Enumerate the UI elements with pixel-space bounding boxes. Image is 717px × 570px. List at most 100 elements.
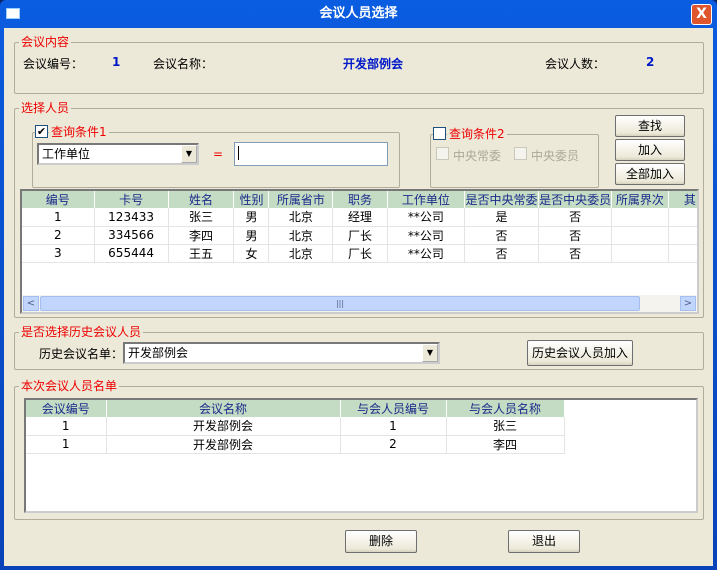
- central-member-label: 中央委员: [531, 149, 580, 163]
- table-cell: 否: [464, 226, 540, 245]
- table-cell: 2: [340, 435, 447, 454]
- column-header[interactable]: 是否中央常委: [464, 191, 540, 208]
- chevron-down-icon[interactable]: ▼: [181, 145, 197, 163]
- meeting-name-label: 会议名称：: [153, 57, 214, 71]
- table-cell: 1: [340, 417, 447, 436]
- attendees-legend: 本次会议人员名单: [19, 379, 120, 393]
- history-list-label: 历史会议名单：: [39, 347, 124, 361]
- condition1-group: ✔ 查询条件1 工作单位 ▼ =: [32, 125, 400, 188]
- meeting-count-value: 2: [646, 55, 655, 69]
- column-header[interactable]: 其: [668, 191, 697, 208]
- condition1-label: 查询条件1: [49, 125, 109, 139]
- condition2-label: 查询条件2: [447, 127, 507, 141]
- table-row[interactable]: 2 334566 李四男北京 厂长 **公司否否: [22, 226, 697, 245]
- condition2-checkbox[interactable]: [433, 127, 446, 140]
- table-cell: [611, 244, 669, 263]
- operator-label: =: [213, 147, 224, 161]
- table-cell: [668, 244, 697, 263]
- history-group: 是否选择历史会议人员 历史会议名单： 开发部例会 ▼ 历史会议人员加入: [14, 325, 704, 370]
- condition1-value-input[interactable]: [234, 142, 388, 166]
- table-row[interactable]: 1 开发部例会 2 李四: [26, 435, 565, 454]
- column-header[interactable]: 是否中央委员: [538, 191, 613, 208]
- column-header[interactable]: 所属省市: [268, 191, 334, 208]
- table-cell: 男: [233, 208, 270, 227]
- dialog-body: 会议内容 会议编号： 1 会议名称： 开发部例会 会议人数： 2 选择人员 ✔ …: [4, 28, 713, 566]
- column-header[interactable]: 与会人员名称: [446, 400, 565, 417]
- table-cell: 334566: [94, 226, 169, 245]
- table-cell: 3: [22, 244, 95, 263]
- column-header[interactable]: 职务: [332, 191, 388, 208]
- table-cell: 开发部例会: [106, 435, 341, 454]
- column-header[interactable]: 所属界次: [611, 191, 669, 208]
- meeting-count-label: 会议人数：: [545, 57, 606, 71]
- table-cell: 123433: [94, 208, 169, 227]
- table-cell: 否: [538, 226, 613, 245]
- table-cell: 北京: [268, 208, 334, 227]
- table-cell: **公司: [387, 208, 465, 227]
- add-button[interactable]: 加入: [615, 139, 685, 161]
- column-header[interactable]: 会议编号: [26, 400, 107, 417]
- table-cell: 北京: [268, 244, 334, 263]
- central-standing-checkbox[interactable]: [436, 147, 449, 160]
- column-header[interactable]: 编号: [22, 191, 95, 208]
- table-cell: 北京: [268, 226, 334, 245]
- table-cell: [668, 208, 697, 227]
- delete-button[interactable]: 删除: [345, 530, 417, 553]
- history-selected-value: 开发部例会: [128, 346, 189, 360]
- central-member-checkbox[interactable]: [514, 147, 527, 160]
- table-cell: [611, 208, 669, 227]
- table-cell: 李四: [168, 226, 235, 245]
- table-cell: **公司: [387, 244, 465, 263]
- add-all-button[interactable]: 全部加入: [615, 163, 685, 185]
- table-cell: 女: [233, 244, 270, 263]
- scroll-left-icon[interactable]: <: [23, 296, 39, 311]
- table-cell: 是: [464, 208, 540, 227]
- scroll-right-icon[interactable]: >: [680, 296, 696, 311]
- attendees-table: 会议编号 会议名称 与会人员编号 与会人员名称 1 开发部例会 1 张三 1 开发部例会 2 李四: [24, 398, 698, 513]
- table-cell: 1: [26, 435, 107, 454]
- column-header[interactable]: 会议名称: [106, 400, 341, 417]
- history-legend: 是否选择历史会议人员: [19, 325, 144, 339]
- meeting-name-value: 开发部例会: [343, 57, 404, 71]
- chevron-down-icon[interactable]: ▼: [422, 344, 438, 362]
- column-header[interactable]: 性别: [233, 191, 270, 208]
- horizontal-scrollbar[interactable]: < ||| >: [22, 295, 697, 312]
- table-row[interactable]: 3 655444 王五女北京 厂长 **公司否否: [22, 244, 697, 263]
- exit-button[interactable]: 退出: [508, 530, 580, 553]
- window-title: 会议人员选择: [319, 6, 398, 21]
- select-people-legend: 选择人员: [19, 101, 72, 115]
- history-add-button[interactable]: 历史会议人员加入: [527, 340, 633, 366]
- table-header-row: 编号 卡号 姓名 性别 所属省市 职务 工作单位 是否中央常委 是否中央委员 所属界次其: [22, 191, 697, 208]
- close-button[interactable]: X: [691, 4, 712, 25]
- central-standing-label: 中央常委: [453, 149, 502, 163]
- column-header[interactable]: 姓名: [168, 191, 235, 208]
- table-cell: 2: [22, 226, 95, 245]
- scroll-thumb[interactable]: |||: [40, 296, 640, 311]
- table-cell: 男: [233, 226, 270, 245]
- table-cell: [611, 226, 669, 245]
- table-cell: 王五: [168, 244, 235, 263]
- condition1-field-select[interactable]: 工作单位 ▼: [37, 143, 199, 165]
- find-button[interactable]: 查找: [615, 115, 685, 137]
- meeting-info-legend: 会议内容: [19, 35, 72, 49]
- table-cell: **公司: [387, 226, 465, 245]
- table-cell: 655444: [94, 244, 169, 263]
- table-cell: 张三: [446, 417, 565, 436]
- history-meeting-select[interactable]: 开发部例会 ▼: [123, 342, 440, 364]
- table-cell: 李四: [446, 435, 565, 454]
- column-header[interactable]: 卡号: [94, 191, 169, 208]
- column-header[interactable]: 工作单位: [387, 191, 465, 208]
- table-row[interactable]: 1 开发部例会 1 张三: [26, 417, 565, 436]
- table-row[interactable]: 1 123433 张三男北京 经理 **公司是否: [22, 208, 697, 227]
- table-cell: 1: [22, 208, 95, 227]
- column-header[interactable]: 与会人员编号: [340, 400, 447, 417]
- table-cell: 厂长: [332, 244, 388, 263]
- table-header-row: 会议编号 会议名称 与会人员编号 与会人员名称: [26, 400, 565, 417]
- meeting-info-group: 会议内容 会议编号： 1 会议名称： 开发部例会 会议人数： 2: [14, 35, 704, 94]
- table-cell: 经理: [332, 208, 388, 227]
- table-cell: 否: [538, 208, 613, 227]
- table-cell: 1: [26, 417, 107, 436]
- table-cell: 开发部例会: [106, 417, 341, 436]
- condition1-checkbox[interactable]: ✔: [35, 125, 48, 138]
- table-cell: [668, 226, 697, 245]
